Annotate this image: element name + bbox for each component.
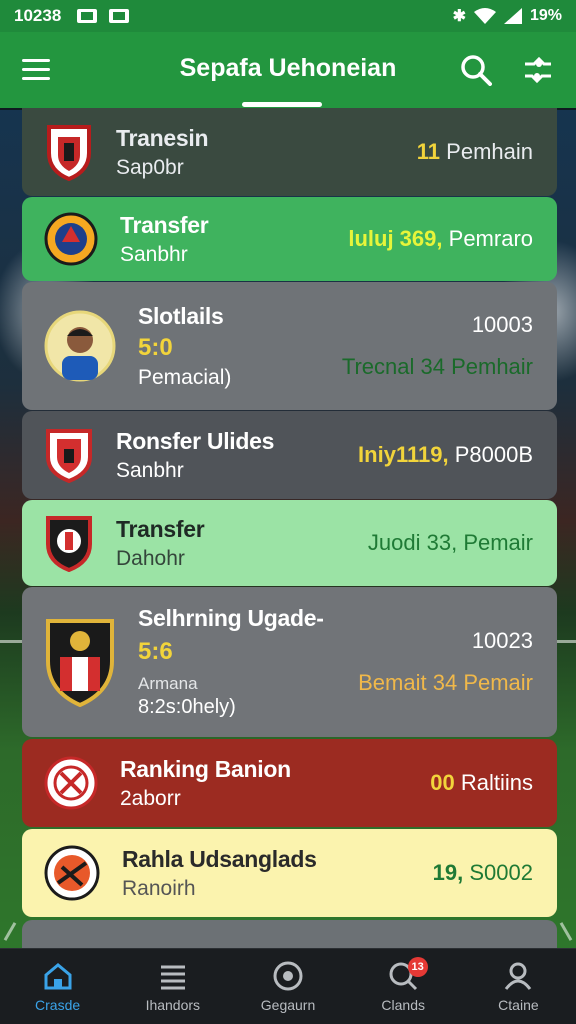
ball-icon xyxy=(273,961,303,990)
club-crest-icon xyxy=(44,514,94,572)
card-value-label: Pemair xyxy=(463,670,533,695)
card-value-label: Pemraro xyxy=(448,226,533,251)
nav-item-search[interactable]: 13 Clands xyxy=(346,949,461,1024)
nav-item-games[interactable]: Gegaurn xyxy=(230,949,345,1024)
card-value: 00 xyxy=(430,770,455,795)
list-item[interactable]: Ronsfer Ulides Sanbhr Iniy1119, P8000B xyxy=(22,411,557,499)
club-crest-icon xyxy=(44,427,94,483)
club-crest-icon xyxy=(44,617,116,707)
card-title: Ranking Banion xyxy=(120,755,291,782)
card-subtitle: Sap0br xyxy=(116,155,184,179)
card-title: Transfer xyxy=(116,515,205,542)
card-value: Trecnal 34 xyxy=(341,354,445,379)
card-subtitle: Armana xyxy=(138,674,198,693)
filter-icon[interactable] xyxy=(522,54,554,86)
card-title: Ronsfer Ulides xyxy=(116,427,275,454)
bluetooth-icon: ✱ xyxy=(452,8,466,25)
nav-item-home[interactable]: Crasde xyxy=(0,949,115,1024)
nav-label: Ihandors xyxy=(145,996,201,1013)
list-item[interactable]: Tranesin Sap0br 11 Pemhain xyxy=(22,108,557,196)
profile-icon xyxy=(505,962,532,990)
card-value: 11 xyxy=(416,139,441,164)
status-bar: 10238 ✱ 19% xyxy=(0,0,576,32)
card-value-label: Pemhain xyxy=(446,139,533,164)
card-subtitle: 2aborr xyxy=(120,786,181,810)
nav-item-list[interactable]: Ihandors xyxy=(115,949,230,1024)
club-crest-icon xyxy=(44,212,98,266)
card-title: Selhrning Ugade- xyxy=(138,605,324,631)
card-subtitle: Sanbhr xyxy=(116,458,184,482)
card-subtitle: Pemacial) xyxy=(138,365,232,389)
list-item[interactable]: Transfer Sanbhr luluj 369, Pemraro xyxy=(22,197,557,281)
app-bar: Sepafa Uehoneian xyxy=(0,32,576,108)
club-crest-icon xyxy=(44,756,98,810)
card-value: Juodi 33, xyxy=(367,530,458,555)
club-crest-icon xyxy=(44,123,94,181)
card-value: Iniy1119, xyxy=(358,442,449,467)
club-crest-icon xyxy=(44,845,100,901)
card-value-label: Raltiins xyxy=(460,770,533,795)
card-title: Rahla Udsanglads xyxy=(122,845,317,872)
card-subtitle-2: 8:2s:0hely) xyxy=(138,696,236,718)
card-value-label: Pemair xyxy=(463,530,533,555)
wifi-icon xyxy=(473,8,496,24)
notification-icon xyxy=(77,9,98,23)
battery-percent: 19% xyxy=(529,7,562,24)
nav-label: Ctaine xyxy=(498,996,539,1013)
card-subtitle: Sanbhr xyxy=(120,242,188,266)
player-avatar xyxy=(44,310,116,382)
nav-item-profile[interactable]: Ctaine xyxy=(461,949,576,1024)
card-value: 19, xyxy=(432,860,464,885)
list-item[interactable]: Selhrning Ugade- 5:6 Armana 8:2s:0hely) … xyxy=(22,587,557,737)
card-subtitle: Dahohr xyxy=(116,546,185,570)
card-value-label: S0002 xyxy=(469,860,533,885)
signal-icon xyxy=(503,8,522,24)
card-value-label: P8000B xyxy=(454,442,533,467)
notification-badge: 13 xyxy=(407,957,428,977)
card-score: 5:0 xyxy=(138,333,173,361)
nav-label: Gegaurn xyxy=(260,996,316,1013)
card-title: Slotlails xyxy=(138,302,224,329)
card-value: luluj 369, xyxy=(348,226,443,251)
status-time: 10238 xyxy=(14,6,62,25)
card-top-value: 10023 xyxy=(471,628,533,653)
list-item[interactable]: Ranking Banion 2aborr 00 Raltiins xyxy=(22,739,557,827)
transfer-list: Tranesin Sap0br 11 Pemhain Transfer Sanb… xyxy=(22,108,557,948)
card-title: Tranesin xyxy=(116,124,209,151)
menu-icon[interactable] xyxy=(22,59,50,81)
card-subtitle: Ranoirh xyxy=(122,876,196,900)
card-title: Transfer xyxy=(120,211,209,238)
nav-label: Crasde xyxy=(35,996,81,1013)
card-score: 5:6 xyxy=(138,638,173,665)
home-icon xyxy=(44,962,72,989)
card-top-value: 10003 xyxy=(471,312,533,337)
list-item[interactable]: Rahla Udsanglads Ranoirh 19, S0002 xyxy=(22,829,557,917)
list-item[interactable]: Slotlails 5:0 Pemacial) 10003 Trecnal 34… xyxy=(22,282,557,410)
bottom-navigation: Crasde Ihandors Gegaurn 13 Clands Ctaine xyxy=(0,948,576,1024)
list-item[interactable]: Transfer Dahohr Juodi 33, Pemair xyxy=(22,500,557,586)
search-icon[interactable] xyxy=(460,54,492,86)
title-underline xyxy=(242,102,322,107)
card-value: Bemait 34 xyxy=(358,670,458,695)
list-item-partial[interactable] xyxy=(22,920,557,948)
card-value-label: Pemhair xyxy=(451,354,533,379)
mail-icon xyxy=(109,9,130,23)
nav-label: Clands xyxy=(381,996,425,1013)
list-icon xyxy=(160,965,185,989)
